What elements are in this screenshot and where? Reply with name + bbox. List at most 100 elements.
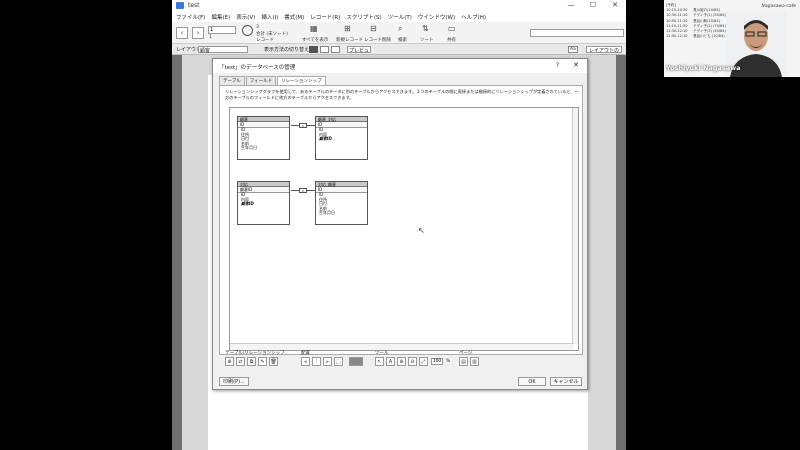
sort-icon[interactable]: ⇅ [422, 24, 429, 33]
fit-button[interactable]: ⤢ [419, 357, 428, 366]
status-toolbar: ‹ › 1 1 3 合計 (未ソート) レコード ▦ すべてを表示 ⊞ 新規レコ… [172, 22, 626, 44]
layout-bar: レイアウト: 顧客 表示方法の切り替え: プレビュー Aa レイアウトの編集 [172, 44, 626, 61]
minimize-button[interactable]: — [560, 0, 582, 11]
channel-logo: Nagasawa-cafe [761, 4, 797, 9]
delete-record-button[interactable]: レコード削除 [364, 37, 391, 43]
dialog-title-bar: 「test」のデータベースの管理 ? ✕ [213, 59, 587, 73]
graph-tools: テーブル/リレーションシップ ⊕ ⇄ ⧉ ✎ 🗑 配置 ⫷ ⫶ ⫸ ⬚ ツール … [225, 350, 585, 370]
record-number-input[interactable]: 1 [208, 26, 236, 34]
dialog-close-button[interactable]: ✕ [573, 61, 579, 69]
menu-insert[interactable]: 挿入(I) [261, 13, 278, 21]
menu-scripts[interactable]: スクリプト(S) [346, 13, 381, 21]
new-record-button[interactable]: 新規レコード [336, 37, 363, 43]
menu-tools[interactable]: ツール(T) [388, 13, 412, 21]
zoom-percent: % [446, 359, 451, 364]
color-picker-button[interactable] [349, 357, 363, 366]
distribute-button[interactable]: ⫸ [323, 357, 332, 366]
field-item: 生年月日 [319, 210, 335, 216]
quick-find-input[interactable] [530, 29, 624, 37]
page-label: ページ [459, 351, 473, 356]
print-button[interactable]: 印刷(P)... [219, 377, 249, 386]
screen: test — ☐ ✕ ファイル(F) 編集(E) 表示(V) 挿入(I) 書式(… [0, 0, 800, 450]
presenter-name: Yoshiyuki Nagasawa [666, 64, 741, 72]
vertical-scrollbar[interactable] [572, 108, 578, 344]
share-icon[interactable]: ▭ [448, 24, 456, 33]
menu-window[interactable]: ウインドウ(W) [418, 13, 455, 21]
share-button[interactable]: 共有 [447, 37, 456, 43]
view-switch-label: 表示方法の切り替え: [264, 47, 311, 53]
relationship-graph[interactable]: 顧客 ID ID 住所 日付 名前 生年月日 顧客_対応 ID ID 内容 顧客… [229, 107, 579, 351]
table-view-button[interactable] [331, 46, 340, 53]
table-occurrence-support-customer[interactable]: 対応_顧客 ID ID 住所 日付 名前 生年月日 [315, 181, 368, 225]
preview-button[interactable]: プレビュー [347, 46, 371, 61]
form-view-button[interactable] [309, 46, 318, 53]
search-icon[interactable]: ⌕ [398, 24, 402, 34]
maximize-button[interactable]: ☐ [582, 0, 604, 11]
delete-record-icon[interactable]: ⊟ [370, 24, 377, 33]
show-all-icon[interactable]: ▦ [310, 24, 318, 33]
app-icon [176, 2, 184, 9]
dialog-tabs: テーブル フィールド リレーションシップ [219, 76, 326, 85]
table-occurrence-customer-support[interactable]: 顧客_対応 ID ID 内容 顧客ID [315, 116, 368, 160]
horizontal-scrollbar[interactable] [230, 343, 574, 350]
new-record-icon[interactable]: ⊞ [344, 24, 351, 33]
text-tool-button[interactable]: A [386, 357, 395, 366]
resize-button[interactable]: ⬚ [334, 357, 343, 366]
prev-record-button[interactable]: ‹ [176, 27, 188, 39]
pie-chart-icon [242, 25, 253, 36]
close-window-button[interactable]: ✕ [604, 0, 626, 11]
title-bar: test — ☐ ✕ [172, 0, 626, 11]
menu-edit[interactable]: 編集(E) [211, 13, 230, 21]
find-button[interactable]: 検索 [398, 37, 407, 43]
table-occurrence-support[interactable]: 対応 顧客ID ID 内容 顧客ID [237, 181, 290, 225]
tab-tables[interactable]: テーブル [219, 76, 245, 85]
layout-select[interactable]: 顧客 [198, 46, 248, 54]
zoom-out-button[interactable]: ⊖ [408, 357, 417, 366]
relationships-description: リレーションシップグラフを使用して、あるテーブルのデータに別のテーブルからアクセ… [225, 89, 579, 100]
menu-records[interactable]: レコード(R) [310, 13, 340, 21]
relationship-operator[interactable]: = [299, 188, 307, 193]
next-record-button[interactable]: › [192, 27, 204, 39]
add-relationship-button[interactable]: ⇄ [236, 357, 245, 366]
menu-help[interactable]: ヘルプ(H) [461, 13, 486, 21]
field-item: 顧客ID [319, 136, 332, 142]
zoom-in-button[interactable]: ⊕ [397, 357, 406, 366]
tab-relationships[interactable]: リレーションシップ [277, 76, 326, 85]
duplicate-button[interactable]: ⧉ [247, 357, 256, 366]
window-title: test [188, 2, 200, 9]
pointer-tool-button[interactable]: ↖ [375, 357, 384, 366]
zoom-level-input[interactable]: 100 [431, 358, 443, 365]
align-left-button[interactable]: ⫷ [301, 357, 310, 366]
menu-view[interactable]: 表示(V) [236, 13, 255, 21]
edit-layout-button[interactable]: レイアウトの編集 [586, 46, 622, 61]
tab-fields[interactable]: フィールド [245, 76, 277, 85]
delete-button[interactable]: 🗑 [269, 357, 278, 366]
ok-button[interactable]: OK [518, 377, 546, 386]
add-table-button[interactable]: ⊕ [225, 357, 234, 366]
mouse-cursor-icon: ↖ [418, 226, 425, 235]
menu-file[interactable]: ファイル(F) [176, 13, 205, 21]
help-button[interactable]: ? [556, 62, 559, 69]
show-all-button[interactable]: すべてを表示 [302, 37, 328, 43]
align-center-button[interactable]: ⫶ [312, 357, 321, 366]
record-total: 1 [209, 35, 212, 40]
sort-button[interactable]: ソート [420, 37, 434, 43]
found-count: 3 [256, 25, 259, 30]
cancel-button[interactable]: キャンセル [550, 377, 582, 386]
arrange-label: 配置 [301, 351, 310, 356]
dialog-title: 「test」のデータベースの管理 [219, 65, 296, 71]
menu-format[interactable]: 書式(M) [284, 13, 304, 21]
list-view-button[interactable] [320, 46, 329, 53]
table-occurrence-customer[interactable]: 顧客 ID ID 住所 日付 名前 生年月日 [237, 116, 290, 160]
page-breaks-button[interactable]: ▥ [470, 357, 479, 366]
tables-relationships-label: テーブル/リレーションシップ [225, 351, 285, 356]
relationship-operator[interactable]: = [299, 123, 307, 128]
relationships-panel: リレーションシップグラフを使用して、あるテーブルのデータに別のテーブルからアクセ… [219, 85, 583, 355]
tools-label: ツール [375, 351, 389, 356]
edit-button[interactable]: ✎ [258, 357, 267, 366]
field-item: 顧客ID [241, 201, 254, 207]
formatting-bar-button[interactable]: Aa [568, 46, 578, 53]
page-setup-button[interactable]: ▤ [459, 357, 468, 366]
records-label: レコード [256, 38, 274, 43]
menu-bar: ファイル(F) 編集(E) 表示(V) 挿入(I) 書式(M) レコード(R) … [172, 11, 626, 22]
